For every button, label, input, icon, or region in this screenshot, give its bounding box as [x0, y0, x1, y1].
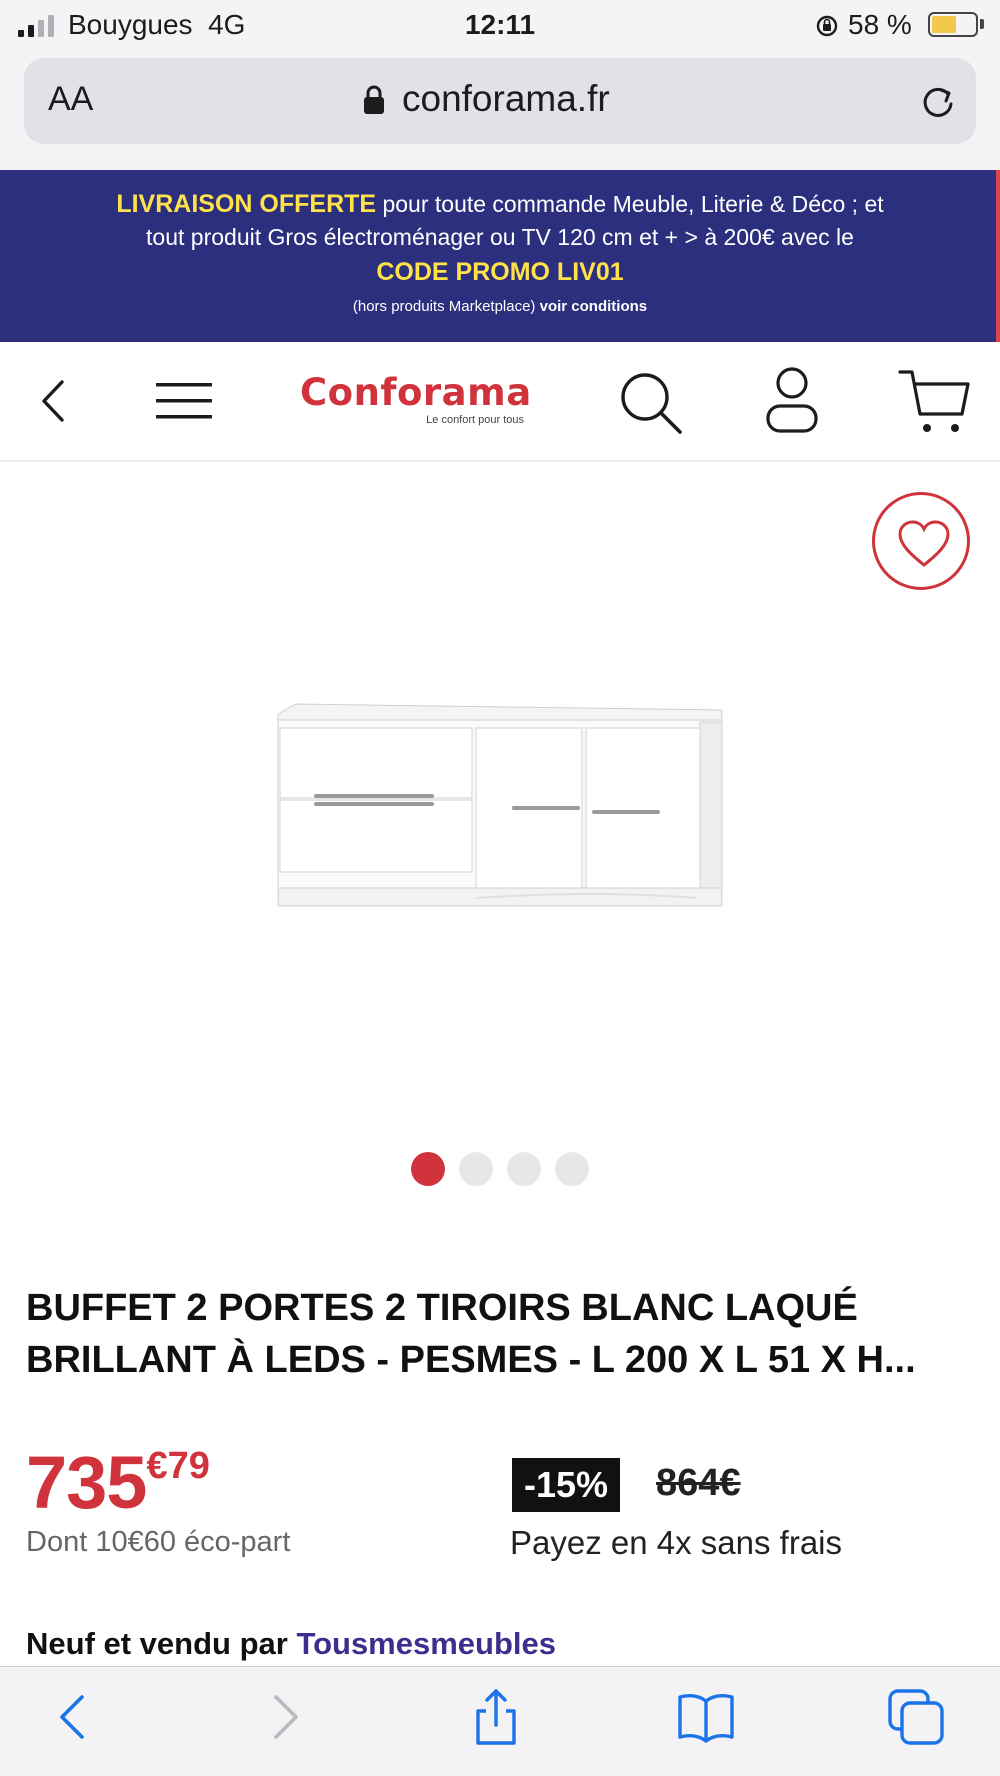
wishlist-button[interactable] — [872, 492, 970, 590]
product-title: BUFFET 2 PORTES 2 TIROIRS BLANC LAQUÉ BR… — [26, 1287, 916, 1381]
promo-line-1-text: pour toute commande Meuble, Literie & Dé… — [376, 191, 884, 217]
reload-icon[interactable] — [918, 82, 958, 122]
menu-icon[interactable] — [154, 380, 214, 422]
promo-banner[interactable]: LIVRAISON OFFERTE pour toute commande Me… — [0, 170, 1000, 342]
seller-info: Neuf et vendu par Tousmesmeubles — [26, 1626, 556, 1662]
battery-percent: 58 % — [848, 9, 912, 40]
eco-part-note: Dont 10€60 éco-part — [26, 1526, 291, 1558]
status-bar: Bouygues 4G 12:11 58 % — [0, 0, 1000, 50]
lock-icon — [364, 85, 384, 114]
account-icon[interactable] — [764, 366, 820, 434]
seller-prefix: Neuf et vendu par — [26, 1626, 297, 1661]
installments-info[interactable]: Payez en 4x sans frais — [510, 1524, 842, 1562]
gallery-dot[interactable] — [411, 1152, 445, 1186]
discount-badge: -15% — [512, 1458, 621, 1512]
price-decimals: €79 — [146, 1445, 210, 1487]
logo-tagline: Le confort pour tous — [426, 414, 524, 426]
promo-code: CODE PROMO LIV01 — [376, 258, 624, 286]
promo-line-2: tout produit Gros électroménager ou TV 1… — [146, 224, 854, 250]
battery-level — [932, 16, 956, 33]
share-icon[interactable] — [466, 1687, 526, 1747]
heart-icon — [898, 520, 950, 567]
bookmarks-icon[interactable] — [676, 1687, 736, 1747]
url-text[interactable]: conforama.fr — [402, 78, 610, 120]
product-image-buffet[interactable] — [276, 702, 726, 927]
promo-footnote: (hors produits Marketplace) voir conditi… — [0, 298, 1000, 315]
product-gallery[interactable] — [0, 462, 1000, 1222]
gallery-pagination — [0, 1152, 1000, 1191]
cart-icon[interactable] — [898, 368, 972, 436]
promo-line-1: LIVRAISON OFFERTE pour toute commande Me… — [0, 190, 1000, 219]
forward-icon[interactable] — [254, 1687, 314, 1747]
back-chevron-icon[interactable] — [36, 376, 72, 426]
rotation-lock-icon — [816, 15, 838, 37]
battery-icon — [928, 12, 978, 37]
gallery-dot[interactable] — [555, 1152, 589, 1186]
promo-conditions-link[interactable]: voir conditions — [540, 298, 648, 315]
address-bar[interactable]: AA conforama.fr — [24, 58, 976, 144]
tabs-icon[interactable] — [886, 1687, 946, 1747]
conforama-logo[interactable]: Conforama Le confort pour tous — [300, 371, 532, 432]
browser-address-area: AA conforama.fr — [0, 50, 1000, 170]
search-icon[interactable] — [618, 370, 684, 436]
price-integer: 735 — [26, 1441, 147, 1524]
old-price: 864€ — [656, 1462, 741, 1504]
seller-name-link[interactable]: Tousmesmeubles — [296, 1626, 556, 1661]
promo-note: (hors produits Marketplace) — [352, 298, 540, 315]
text-size-button[interactable]: AA — [48, 80, 93, 119]
browser-toolbar — [0, 1666, 1000, 1776]
back-icon[interactable] — [44, 1687, 104, 1747]
logo-text: Conforama — [300, 371, 532, 414]
current-price: 735€79 — [26, 1440, 210, 1525]
site-header: Conforama Le confort pour tous — [0, 342, 1000, 462]
promo-highlight: LIVRAISON OFFERTE — [116, 190, 377, 218]
gallery-dot[interactable] — [459, 1152, 493, 1186]
gallery-dot[interactable] — [507, 1152, 541, 1186]
battery-tip — [980, 19, 984, 29]
